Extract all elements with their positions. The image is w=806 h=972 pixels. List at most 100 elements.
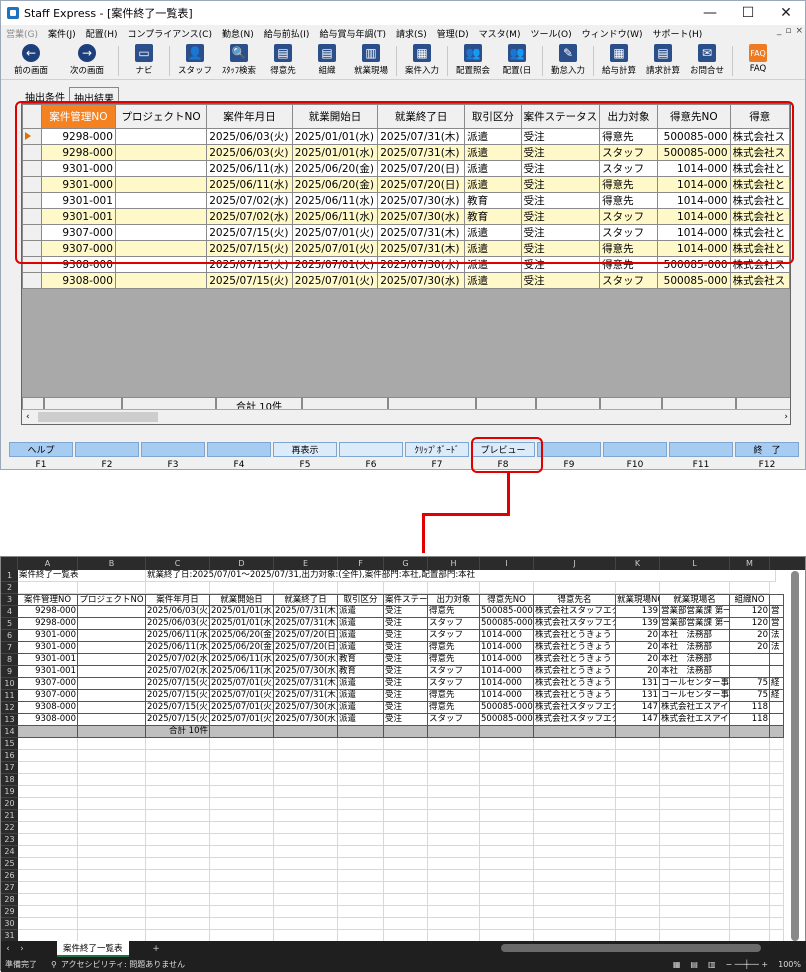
excel-cell[interactable] [18,726,78,738]
excel-cell[interactable] [338,894,384,906]
table-cell[interactable]: 2025/07/30(水) [377,272,466,289]
fkey-button[interactable] [75,442,139,457]
excel-cell[interactable] [338,870,384,882]
excel-cell[interactable] [78,906,146,918]
excel-cell[interactable] [384,798,428,810]
excel-cell[interactable] [78,726,146,738]
excel-cell[interactable] [480,738,534,750]
excel-cell[interactable] [210,726,274,738]
excel-cell[interactable]: 2025/07/15(火) [146,690,210,702]
excel-cell[interactable]: 組織NO [730,594,770,606]
excel-cell[interactable] [660,726,730,738]
excel-cell[interactable] [770,798,784,810]
excel-cell[interactable] [384,822,428,834]
menu-item[interactable]: 管理(D) [432,27,474,40]
excel-cell[interactable] [770,822,784,834]
excel-cell[interactable]: 139 [616,618,660,630]
excel-row-number[interactable]: 14 [1,726,18,738]
toolbar-button[interactable]: ✎ 勤怠入力 [546,42,590,80]
excel-cell[interactable] [534,810,616,822]
excel-cell[interactable] [770,654,784,666]
toolbar-button[interactable]: ▤ 請求計算 [641,42,685,80]
excel-cell[interactable] [274,774,338,786]
excel-cell[interactable]: 案件ステータ [384,594,428,606]
excel-cell[interactable]: 2025/07/01(火) [210,678,274,690]
fkey-f11[interactable]: F11 [669,442,733,470]
excel-column-letter[interactable]: L [660,557,730,570]
excel-cell[interactable] [146,774,210,786]
excel-cell[interactable]: 営業部営業課 第一 [660,618,730,630]
excel-cell[interactable]: 受注 [384,678,428,690]
excel-cell[interactable] [660,870,730,882]
toolbar-button[interactable]: ✉ お問合せ [685,42,729,80]
excel-cell[interactable]: 9298-000 [18,618,78,630]
excel-cell[interactable] [534,786,616,798]
excel-cell[interactable] [534,750,616,762]
excel-cell[interactable]: 20 [730,642,770,654]
excel-cell[interactable] [78,822,146,834]
fkey-button[interactable]: ｸﾘｯﾌﾟﾎﾞｰﾄﾞ [405,442,469,457]
excel-cell[interactable] [18,822,78,834]
toolbar-button[interactable]: FAQ FAQ [736,42,780,80]
excel-cell[interactable] [534,894,616,906]
excel-cell[interactable] [338,798,384,810]
excel-cell[interactable]: 受注 [384,714,428,726]
excel-cell[interactable] [274,750,338,762]
excel-cell[interactable]: 2025/07/20(日) [274,630,338,642]
excel-cell[interactable]: 2025/07/15(火) [146,678,210,690]
excel-cell[interactable] [78,702,146,714]
excel-cell[interactable]: 500085-000 [480,714,534,726]
excel-cell[interactable] [338,834,384,846]
excel-cell[interactable] [78,882,146,894]
excel-cell[interactable] [616,918,660,930]
excel-cell[interactable]: 1014-000 [480,690,534,702]
excel-cell[interactable] [146,894,210,906]
excel-cell[interactable]: 2025/06/20(金) [210,630,274,642]
excel-column-letter[interactable]: G [384,557,428,570]
fkey-f3[interactable]: F3 [141,442,205,470]
excel-cell[interactable]: 取引区分 [338,594,384,606]
table-cell[interactable] [114,272,208,289]
excel-cell[interactable]: 就業現場NO [616,594,660,606]
excel-column-letter[interactable]: H [428,557,480,570]
excel-cell[interactable]: 120 [730,618,770,630]
excel-cell[interactable]: 2025/06/03(火) [146,606,210,618]
excel-cell[interactable]: 案件終了一覧表 [18,570,146,582]
excel-cell[interactable] [428,918,480,930]
excel-cell[interactable]: 派遣 [338,642,384,654]
excel-cell[interactable] [274,582,338,594]
grid-horizontal-scrollbar[interactable]: ‹ › [22,409,790,424]
excel-row-number[interactable]: 4 [1,606,18,618]
excel-row-number[interactable]: 11 [1,690,18,702]
excel-cell[interactable] [78,618,146,630]
excel-cell[interactable]: 2025/07/01(火) [210,702,274,714]
excel-cell[interactable] [274,906,338,918]
excel-cell[interactable] [274,894,338,906]
scroll-right-icon[interactable]: › [784,412,788,422]
excel-row-number[interactable]: 26 [1,870,18,882]
excel-cell[interactable] [384,882,428,894]
excel-cell[interactable] [616,846,660,858]
excel-row-number[interactable]: 10 [1,678,18,690]
excel-row-number[interactable]: 13 [1,714,18,726]
excel-cell[interactable] [660,846,730,858]
toolbar-button[interactable]: ▥ 就業現場 [349,42,393,80]
excel-cell[interactable] [78,798,146,810]
excel-cell[interactable] [78,606,146,618]
excel-cell[interactable] [146,918,210,930]
excel-cell[interactable]: 2025/07/30(水) [274,666,338,678]
excel-cell[interactable] [660,762,730,774]
menu-item[interactable]: 給与前払(I) [259,27,315,40]
excel-cell[interactable] [480,582,534,594]
excel-cell[interactable] [480,870,534,882]
excel-cell[interactable] [730,762,770,774]
excel-cell[interactable] [78,654,146,666]
excel-row-number[interactable]: 3 [1,594,18,606]
excel-cell[interactable]: 118 [730,714,770,726]
excel-cell[interactable]: 株式会社スタッフエク [534,702,616,714]
excel-cell[interactable] [660,882,730,894]
excel-cell[interactable]: 2025/07/30(水) [274,714,338,726]
excel-cell[interactable]: 株式会社スタッフエク [534,606,616,618]
excel-cell[interactable] [384,774,428,786]
excel-cell[interactable] [480,762,534,774]
